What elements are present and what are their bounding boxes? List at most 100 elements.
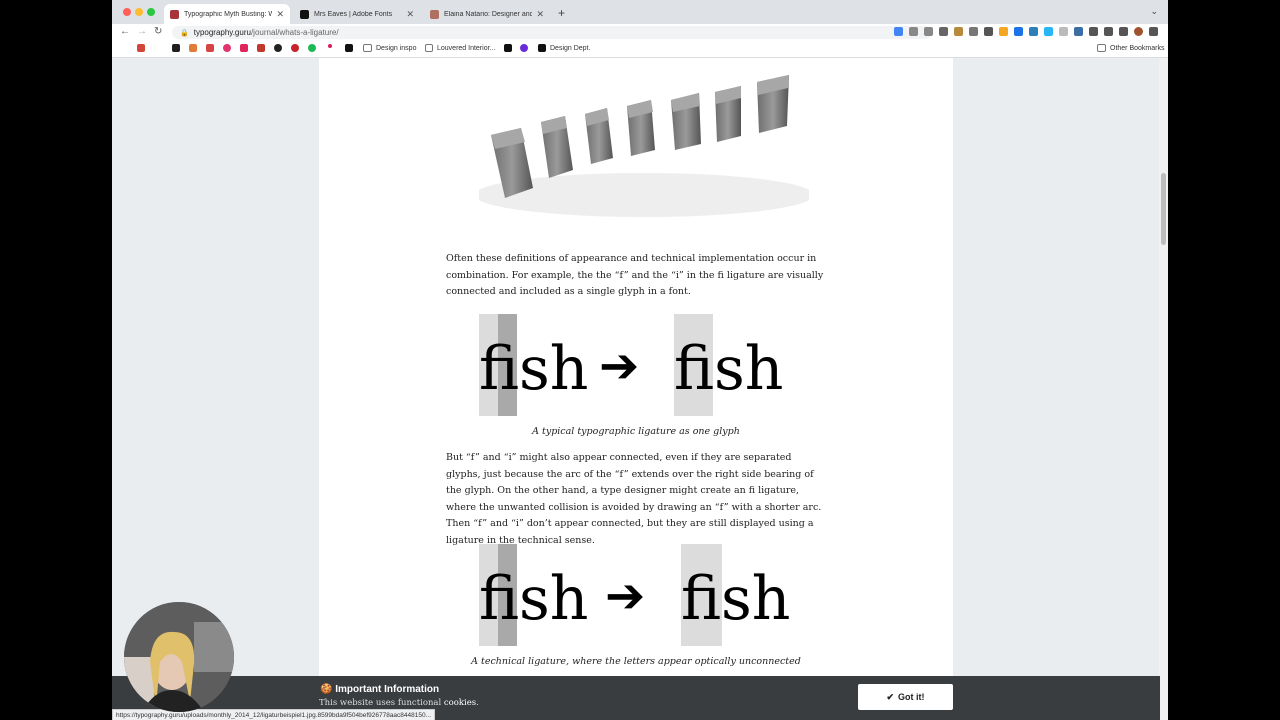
paragraph-definitions: Often these definitions of appearance an… xyxy=(446,253,824,297)
cookie-icon: 🍪 xyxy=(320,684,333,695)
zoom-icon[interactable] xyxy=(1014,27,1023,36)
cookie-notice-text: This website uses functional cookies. xyxy=(319,698,479,708)
bookmark-n[interactable] xyxy=(504,44,516,52)
wordpress-icon[interactable] xyxy=(984,27,993,36)
dot-icon xyxy=(328,44,332,48)
bookmark-c[interactable] xyxy=(520,44,532,52)
bookmark-6[interactable] xyxy=(257,44,269,52)
got-it-button[interactable]: ✔ Got it! xyxy=(858,684,953,710)
cookies-link[interactable]: cookies xyxy=(444,698,476,708)
close-window-button[interactable] xyxy=(123,8,131,16)
elaina-favicon-icon xyxy=(430,9,439,19)
new-tab-button[interactable]: + xyxy=(558,6,565,20)
arrow-right-icon: ➔ xyxy=(605,570,646,623)
bookmark-favicon-icon xyxy=(274,44,282,52)
adobe-fonts-favicon-icon xyxy=(300,9,309,19)
puzzle-extensions-icon[interactable] xyxy=(1089,27,1098,36)
bookmark-2[interactable] xyxy=(189,44,201,52)
bookmarks-bar: Design inspo Louvered Interior... Design… xyxy=(112,41,1168,58)
heart-icon xyxy=(240,44,248,52)
page-icon xyxy=(425,44,433,52)
bookmark-favicon-icon xyxy=(206,44,214,52)
extension-icons xyxy=(894,27,1158,36)
design-dept-icon xyxy=(538,44,546,52)
lock-icon: 🔒 xyxy=(180,29,189,37)
gear-extension-icon[interactable] xyxy=(999,27,1008,36)
tab-elaina-natario[interactable]: Elaina Natario: Designer and D ✕ xyxy=(424,4,550,24)
maximize-window-button[interactable] xyxy=(147,8,155,16)
typography-guru-favicon-icon xyxy=(170,9,179,19)
article-column: Often these definitions of appearance an… xyxy=(319,58,953,720)
browser-toolbar: ← → ↻ 🔒 typography.guru/journal/whats-a-… xyxy=(112,24,1168,41)
close-tab-icon[interactable]: ✕ xyxy=(276,9,284,20)
tab-search-chevron-icon[interactable]: ⌄ xyxy=(1150,6,1158,17)
bookmark-8[interactable] xyxy=(291,44,303,52)
camera-icon[interactable] xyxy=(969,27,978,36)
extension-icon[interactable] xyxy=(954,27,963,36)
folder-icon xyxy=(1097,44,1106,52)
minimize-window-button[interactable] xyxy=(135,8,143,16)
install-icon[interactable] xyxy=(909,27,918,36)
webcam-overlay xyxy=(124,602,234,712)
caption-technical-ligature: A technical ligature, where the letters … xyxy=(471,656,801,667)
page-scrollbar[interactable] xyxy=(1159,58,1168,720)
reload-icon[interactable]: ↻ xyxy=(154,26,162,37)
fish-word-separate-glyphs: fish xyxy=(479,564,589,634)
google-icon[interactable] xyxy=(894,27,903,36)
back-arrow-icon[interactable]: ← xyxy=(120,26,130,37)
profile-avatar-icon[interactable] xyxy=(1134,27,1143,36)
bookmark-9[interactable] xyxy=(308,44,320,52)
bookmark-1[interactable] xyxy=(172,44,184,52)
address-bar[interactable]: 🔒 typography.guru/journal/whats-a-ligatu… xyxy=(172,26,932,39)
bookmark-3[interactable] xyxy=(206,44,218,52)
bookmark-favicon-icon xyxy=(257,44,265,52)
cloud-icon[interactable] xyxy=(1044,27,1053,36)
reading-list-icon[interactable] xyxy=(1104,27,1113,36)
ligature-metal-type-photo xyxy=(479,75,809,217)
bookmark-louvered-interior[interactable]: Louvered Interior... xyxy=(425,44,495,52)
bookmark-design-dept[interactable]: Design Dept. xyxy=(538,44,590,52)
caption-typographic-ligature: A typical typographic ligature as one gl… xyxy=(532,426,740,437)
bookmark-folder-design-inspo[interactable]: Design inspo xyxy=(363,44,416,52)
lastpass-icon[interactable] xyxy=(1074,27,1083,36)
checkmark-icon: ✔ xyxy=(886,691,895,702)
fish-word-technical-ligature: fish xyxy=(681,564,791,634)
page-viewport: Often these definitions of appearance an… xyxy=(112,58,1168,720)
bookmark-favicon-icon xyxy=(504,44,512,52)
folder-icon xyxy=(363,44,372,52)
cookie-notice-title: 🍪 Important Information xyxy=(320,684,440,695)
fish-word-ligature: fish xyxy=(674,334,784,404)
tab-mrs-eaves[interactable]: Mrs Eaves | Adobe Fonts ✕ xyxy=(294,4,420,24)
apps-icon xyxy=(137,44,145,52)
arrow-right-icon: ➔ xyxy=(599,340,640,393)
share-icon[interactable] xyxy=(924,27,933,36)
sidebar-icon[interactable] xyxy=(1119,27,1128,36)
scrollbar-thumb[interactable] xyxy=(1161,173,1166,245)
bookmark-favicon-icon xyxy=(189,44,197,52)
bookmark-4[interactable] xyxy=(223,44,235,52)
spotify-icon xyxy=(308,44,316,52)
dribbble-icon xyxy=(223,44,231,52)
vimeo-icon[interactable] xyxy=(1029,27,1038,36)
bookmark-7[interactable] xyxy=(274,44,286,52)
close-tab-icon[interactable]: ✕ xyxy=(406,9,414,20)
star-bookmark-icon[interactable] xyxy=(939,27,948,36)
forward-arrow-icon[interactable]: → xyxy=(137,26,147,37)
bookmark-apps[interactable] xyxy=(137,44,149,52)
k-extension-icon[interactable] xyxy=(1059,27,1068,36)
bookmark-11[interactable] xyxy=(345,44,357,52)
menu-kebab-icon[interactable] xyxy=(1149,27,1158,36)
figure-technical-ligature: fish ➔ fish xyxy=(479,544,809,648)
pinterest-icon xyxy=(291,44,299,52)
fish-word-separate-glyphs: fish xyxy=(479,334,589,404)
bookmark-5[interactable] xyxy=(240,44,252,52)
bookmark-10[interactable] xyxy=(328,44,336,48)
paragraph-connected-glyphs: But “f” and “i” might also appear connec… xyxy=(446,452,822,546)
tab-typographic-myth-busting[interactable]: Typographic Myth Busting: Wh ✕ xyxy=(164,4,290,24)
bookmark-favicon-icon xyxy=(172,44,180,52)
close-tab-icon[interactable]: ✕ xyxy=(536,9,544,20)
bookmark-favicon-icon xyxy=(345,44,353,52)
bookmark-favicon-icon xyxy=(520,44,528,52)
bookmark-other-bookmarks[interactable]: Other Bookmarks xyxy=(1097,44,1164,52)
link-status-bar: https://typography.guru/uploads/monthly_… xyxy=(112,709,436,720)
